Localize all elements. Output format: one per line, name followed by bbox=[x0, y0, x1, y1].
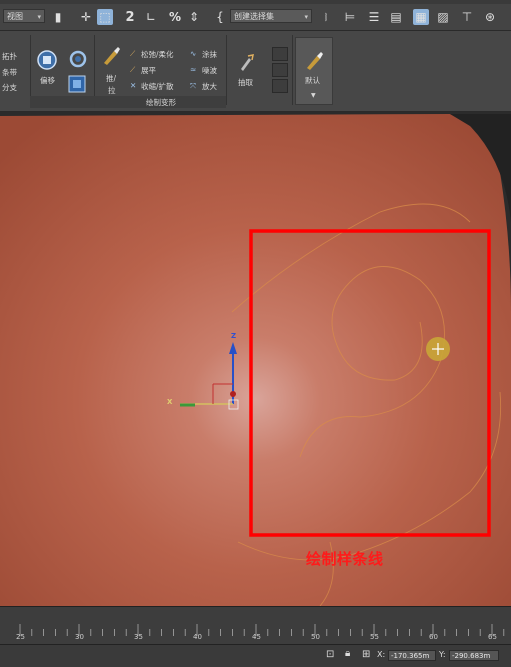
revert-brush-icon bbox=[241, 54, 254, 71]
small-btn-3[interactable] bbox=[272, 79, 288, 93]
layer-manager-icon[interactable]: ☰ bbox=[366, 9, 382, 25]
tick-label: 45 bbox=[252, 633, 261, 641]
default-button[interactable]: 默认 ▼ bbox=[295, 37, 333, 105]
chevron-down-icon: ▾ bbox=[37, 13, 41, 21]
x-label: X: bbox=[377, 650, 386, 659]
selection-set-label: 创建选择集 bbox=[234, 12, 274, 21]
shift-label: 偏移 bbox=[40, 76, 55, 85]
strip-tab[interactable]: 条带 bbox=[2, 67, 17, 78]
tick-label: 25 bbox=[16, 633, 25, 641]
small-btn-1[interactable] bbox=[272, 47, 288, 61]
y-label: Y: bbox=[439, 650, 446, 659]
tick-label: 65 bbox=[488, 633, 497, 641]
cursor-icon bbox=[426, 337, 450, 361]
default-label: 默认 bbox=[305, 76, 320, 85]
selection-set-dropdown[interactable]: 创建选择集 ▾ bbox=[230, 9, 312, 23]
mirror-icon[interactable]: ⧘ bbox=[318, 9, 334, 25]
tick-label: 35 bbox=[134, 633, 143, 641]
noise-label: 噪波 bbox=[202, 66, 217, 75]
revert-button[interactable]: 抽取 bbox=[236, 53, 262, 93]
timeline-ruler[interactable]: 25 30 35 40 45 50 55 60 65 bbox=[0, 606, 511, 645]
push-pull-button[interactable]: 推/ 拉 bbox=[100, 45, 124, 101]
axis-z-label: Z bbox=[231, 332, 237, 340]
view-dropdown-label: 视图 bbox=[7, 12, 23, 21]
smudge-label: 涂抹 bbox=[202, 50, 217, 59]
revert-label: 抽取 bbox=[238, 78, 253, 87]
relax-soften-label: 松弛/柔化 bbox=[141, 50, 174, 59]
schematic-icon[interactable]: ⊤ bbox=[459, 9, 475, 25]
chevron-down-icon: ▼ bbox=[311, 92, 316, 99]
zoom-extents-icon[interactable]: ⊡ bbox=[326, 649, 334, 660]
scale-icon bbox=[68, 75, 86, 93]
group-title-bar: 绘制变形 bbox=[30, 96, 226, 108]
tick-label: 55 bbox=[370, 633, 379, 641]
percent-snap-button[interactable]: % bbox=[167, 9, 183, 25]
scene-explorer-icon[interactable]: ▤ bbox=[388, 9, 404, 25]
lock-icon[interactable]: 🔒︎ bbox=[345, 648, 350, 659]
push-pull-label-1: 推/ bbox=[106, 74, 117, 83]
graphite-toggle-icon[interactable]: ▦ bbox=[413, 9, 429, 25]
snap-toggle-button[interactable]: 2 bbox=[122, 9, 138, 25]
axis-x-label: X bbox=[167, 398, 173, 406]
perspective-viewport[interactable]: Z X 绘制样条线 bbox=[0, 112, 511, 606]
flatten-icon: ⟋ bbox=[130, 65, 136, 74]
y-coordinate-field[interactable]: -290.683m bbox=[449, 650, 499, 661]
viewport-canvas bbox=[0, 114, 511, 606]
flatten-label: 展平 bbox=[141, 66, 156, 75]
group-title: 绘制变形 bbox=[146, 98, 176, 107]
tick-label: 60 bbox=[429, 633, 438, 641]
x-coordinate-field[interactable]: -170.365m bbox=[388, 650, 436, 661]
rotate-icon bbox=[69, 50, 87, 68]
shift-icon bbox=[37, 50, 57, 70]
smudge-icon: ∿ bbox=[190, 49, 197, 58]
small-btn-2[interactable] bbox=[272, 63, 288, 77]
curve-editor-icon[interactable]: ▨ bbox=[435, 9, 451, 25]
topology-tab[interactable]: 拓扑 bbox=[2, 51, 17, 62]
material-editor-icon[interactable]: ⊛ bbox=[482, 9, 498, 25]
chevron-down-icon: ▾ bbox=[304, 13, 308, 21]
ribbon-panel: 拓扑 条带 分支 偏移 推/ 拉 ⟋ 松弛/柔化 ⟋ 展平 ✕ 收缩/扩散 ∿ … bbox=[0, 31, 511, 112]
main-toolbar: 视图 ▾ ▮ ✛ ⬚ 2 ∟ % ⇕ { 创建选择集 ▾ ⧘ ⊨ ☰ ▤ ▦ ▨ ⊤… bbox=[0, 4, 511, 31]
exaggerate-label: 放大 bbox=[202, 82, 217, 91]
pinch-spread-label: 收缩/扩散 bbox=[141, 82, 174, 91]
angle-snap-icon[interactable]: ∟ bbox=[143, 9, 159, 25]
relax-icon: ⟋ bbox=[130, 49, 136, 58]
annotation-text: 绘制样条线 bbox=[306, 550, 384, 568]
y-coordinate-value: -290.683m bbox=[452, 652, 491, 660]
brush-icon bbox=[104, 47, 120, 65]
rotate-button[interactable] bbox=[68, 49, 88, 73]
edit-named-selection-icon[interactable]: { bbox=[212, 9, 228, 25]
select-object-icon[interactable]: ▮ bbox=[50, 9, 66, 25]
default-brush-icon bbox=[307, 52, 323, 70]
tick-label: 30 bbox=[75, 633, 84, 641]
select-rotate-icon[interactable]: ⬚ bbox=[97, 9, 113, 25]
noise-icon: ≈ bbox=[190, 65, 197, 74]
shift-button[interactable]: 偏移 bbox=[36, 49, 62, 89]
tick-label: 50 bbox=[311, 633, 320, 641]
branch-tab[interactable]: 分支 bbox=[2, 82, 17, 93]
tick-label: 40 bbox=[193, 633, 202, 641]
snap-label: 2 bbox=[125, 9, 135, 25]
pinch-icon: ✕ bbox=[130, 81, 137, 90]
spinner-snap-icon[interactable]: ⇕ bbox=[186, 9, 202, 25]
push-pull-label-2: 拉 bbox=[108, 86, 116, 95]
percent-label: % bbox=[168, 10, 182, 24]
scale-button[interactable] bbox=[68, 75, 86, 97]
align-icon[interactable]: ⊨ bbox=[342, 9, 358, 25]
status-bar: ⊡ 🔒︎ ⊞ X: -170.365m Y: -290.683m bbox=[0, 644, 511, 667]
selection-lock-icon[interactable]: ⊞ bbox=[362, 649, 370, 660]
exaggerate-icon: ⤧ bbox=[190, 81, 196, 90]
view-dropdown[interactable]: 视图 ▾ bbox=[3, 9, 45, 23]
x-coordinate-value: -170.365m bbox=[391, 652, 430, 660]
timeline-ticks bbox=[0, 621, 511, 636]
move-icon[interactable]: ✛ bbox=[78, 9, 94, 25]
